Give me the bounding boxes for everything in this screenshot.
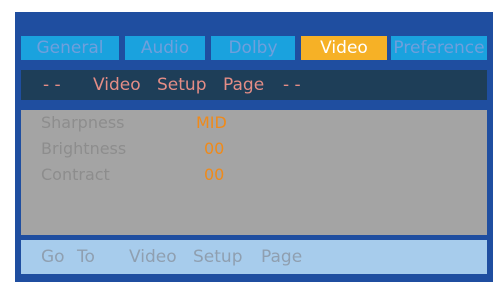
tab-dolby[interactable]: Dolby [211,36,295,60]
footer-word-video: Video [129,247,177,267]
footer-word-to: To [77,247,95,267]
title-word-setup: Setup [157,75,207,95]
tab-video[interactable]: Video [301,36,387,60]
footer-word-setup: Setup [193,247,243,267]
setting-label: Sharpness [41,113,125,132]
footer-word-page: Page [261,247,303,267]
footer-word-go: Go [41,247,65,267]
tab-general[interactable]: General [21,36,119,60]
setting-value: 00 [204,139,225,158]
title-word-page: Page [223,75,265,95]
tab-preference[interactable]: Preference [391,36,487,60]
setting-row-brightness[interactable]: Brightness 00 [21,138,487,160]
setting-row-sharpness[interactable]: Sharpness MID [21,112,487,134]
tab-audio[interactable]: Audio [125,36,205,60]
setting-value: 00 [204,165,225,184]
settings-panel: Sharpness MID Brightness 00 Contract 00 [21,110,487,235]
menu-tab-bar: General Audio Dolby Video Preference [21,36,487,60]
setting-value: MID [196,113,227,132]
title-dash-left: - - [43,75,61,95]
page-title-bar: - - Video Setup Page - - [21,70,487,100]
title-word-video: Video [93,75,141,95]
footer-hint-bar: Go To Video Setup Page [21,240,487,274]
title-dash-right: - - [283,75,301,95]
osd-menu-frame: General Audio Dolby Video Preference - -… [15,12,493,282]
setting-row-contract[interactable]: Contract 00 [21,164,487,186]
setting-label: Contract [41,165,110,184]
setting-label: Brightness [41,139,127,158]
